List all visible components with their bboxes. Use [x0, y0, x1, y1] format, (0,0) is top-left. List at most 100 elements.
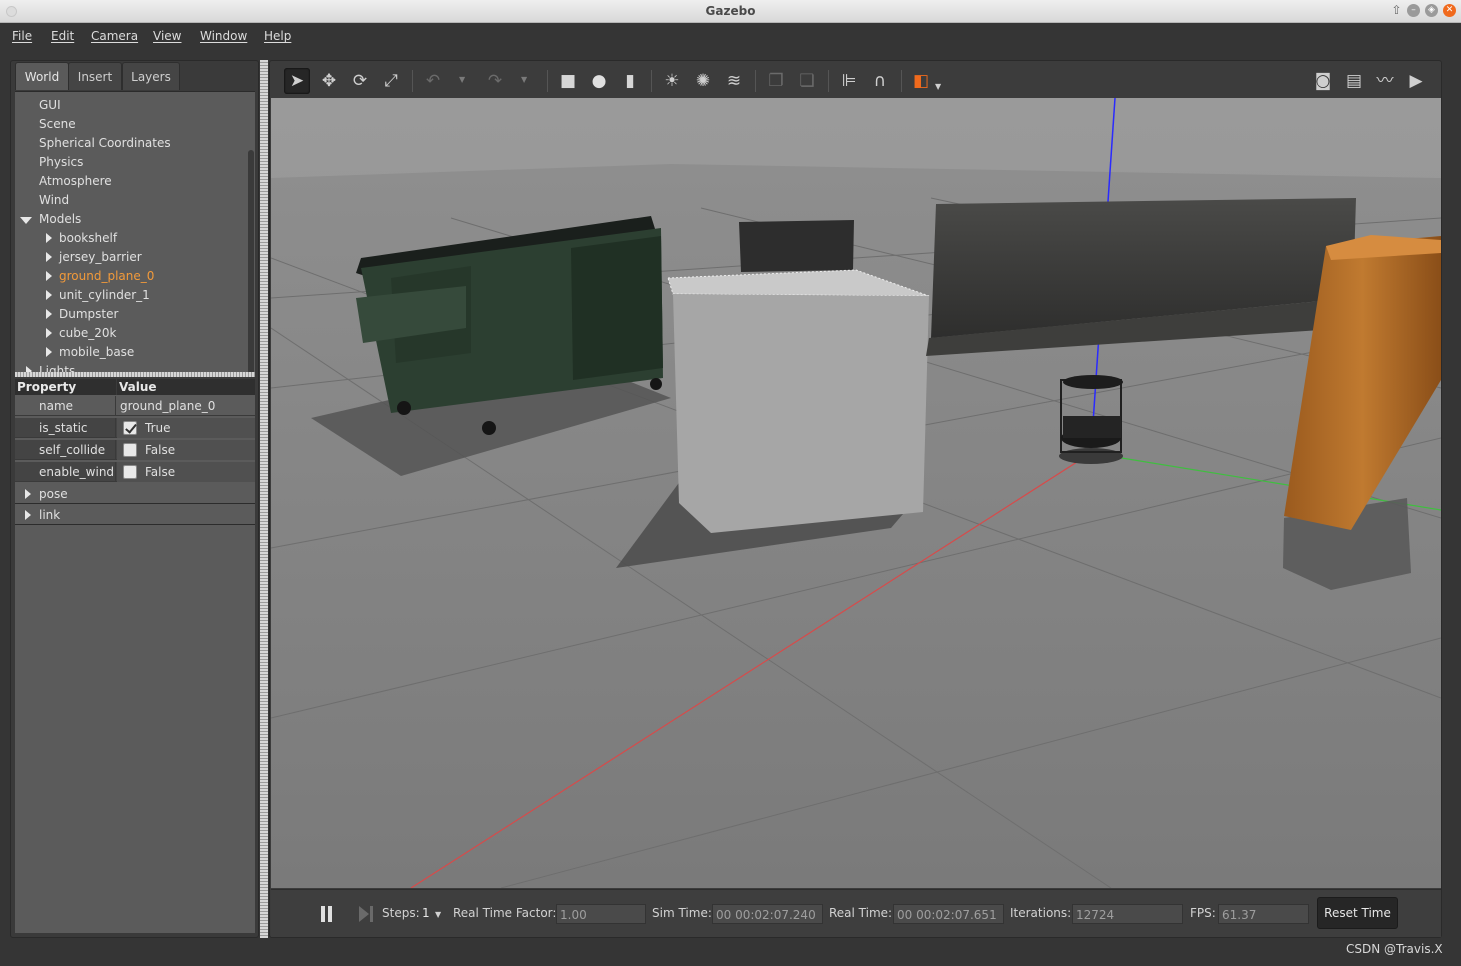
menu-window[interactable]: Window	[200, 29, 247, 43]
property-group-pose[interactable]: pose	[15, 484, 255, 504]
tree-item-scene[interactable]: Scene	[39, 115, 76, 133]
is-static-label: True	[145, 421, 171, 435]
expand-ground-plane-icon[interactable]	[46, 271, 52, 281]
steps-dropdown-icon[interactable]: ▼	[435, 910, 441, 919]
maximize-button[interactable]: ◈	[1425, 4, 1438, 17]
redo-dropdown-icon[interactable]: ▼	[521, 75, 527, 84]
iterations-label: Iterations:	[1010, 906, 1072, 920]
tree-item-spherical-coordinates[interactable]: Spherical Coordinates	[39, 134, 171, 152]
self-collide-checkbox[interactable]	[123, 443, 137, 457]
is-static-value: True	[117, 418, 255, 438]
translate-icon[interactable]: ✥	[316, 68, 342, 94]
real-time-label: Real Time:	[829, 906, 893, 920]
expand-unit-cylinder-icon[interactable]	[46, 290, 52, 300]
tree-scrollbar[interactable]	[248, 150, 254, 373]
undo-dropdown-icon[interactable]: ▼	[459, 75, 465, 84]
cylinder-icon[interactable]: ▮	[617, 68, 643, 94]
view-angle-dropdown-icon[interactable]: ▼	[935, 82, 941, 91]
tab-insert[interactable]: Insert	[68, 62, 122, 90]
tree-item-models[interactable]: Models	[39, 210, 81, 228]
plot-icon[interactable]: 〰	[1372, 68, 1398, 94]
redo-icon[interactable]: ↷	[482, 68, 508, 94]
select-arrow-icon[interactable]: ➤	[284, 68, 310, 94]
sim-time-field[interactable]: 00 00:02:07.240	[712, 904, 823, 924]
expand-cube-icon[interactable]	[46, 328, 52, 338]
box-icon[interactable]: ■	[555, 68, 581, 94]
property-header: Property	[15, 379, 116, 395]
directional-light-icon[interactable]: ≋	[721, 68, 747, 94]
tree-item-ground-plane[interactable]: ground_plane_0	[59, 267, 154, 285]
tree-item-dumpster[interactable]: Dumpster	[59, 305, 118, 323]
reset-time-button[interactable]: Reset Time	[1317, 897, 1398, 929]
toolbar: ➤ ✥ ⟳ ⤢ ↶ ▼ ↷ ▼ ■ ● ▮ ☀ ✺ ≋ ❐ ❏ ⊫ ∩ ◧ ▼ …	[271, 62, 1441, 99]
pause-icon-bar[interactable]	[328, 906, 332, 922]
tree-item-cube[interactable]: cube_20k	[59, 324, 116, 342]
close-button[interactable]: ✕	[1443, 4, 1456, 17]
step-icon[interactable]	[359, 906, 369, 922]
is-static-checkbox[interactable]	[123, 421, 137, 435]
tree-item-atmosphere[interactable]: Atmosphere	[39, 172, 112, 190]
property-row-enable-wind: enable_wind False	[15, 462, 255, 482]
tree-item-jersey-barrier[interactable]: jersey_barrier	[59, 248, 142, 266]
undo-icon[interactable]: ↶	[420, 68, 446, 94]
menu-edit[interactable]: Edit	[51, 29, 74, 43]
vertical-splitter[interactable]	[260, 60, 268, 938]
log-icon[interactable]: ▤	[1341, 68, 1367, 94]
menu-file[interactable]: File	[12, 29, 32, 43]
expand-bookshelf-icon[interactable]	[46, 233, 52, 243]
sphere-icon[interactable]: ●	[586, 68, 612, 94]
pause-icon[interactable]	[321, 906, 325, 922]
expand-pose-icon[interactable]	[25, 489, 31, 499]
tab-layers[interactable]: Layers	[122, 62, 180, 90]
steps-value[interactable]: 1	[422, 906, 430, 920]
minimize-button[interactable]: –	[1407, 4, 1420, 17]
pose-label: pose	[39, 487, 68, 501]
spot-light-icon[interactable]: ✺	[690, 68, 716, 94]
expand-mobile-base-icon[interactable]	[46, 347, 52, 357]
snap-magnet-icon[interactable]: ∩	[867, 68, 893, 94]
copy-icon[interactable]: ❐	[763, 68, 789, 94]
steps-label: Steps:	[382, 906, 420, 920]
rotate-icon[interactable]: ⟳	[347, 68, 373, 94]
real-time-field[interactable]: 00 00:02:07.651	[893, 904, 1004, 924]
scene-viewport[interactable]	[271, 98, 1441, 888]
view-angle-icon[interactable]: ◧	[908, 68, 934, 94]
iterations-field[interactable]: 12724	[1072, 904, 1183, 924]
fps-field[interactable]: 61.37	[1218, 904, 1309, 924]
window-titlebar: Gazebo ⇧ – ◈ ✕	[0, 0, 1461, 23]
keep-above-icon[interactable]: ⇧	[1390, 4, 1403, 17]
expand-dumpster-icon[interactable]	[46, 309, 52, 319]
menu-view[interactable]: View	[153, 29, 181, 43]
property-group-link[interactable]: link	[15, 505, 255, 525]
tree-item-bookshelf[interactable]: bookshelf	[59, 229, 117, 247]
align-icon[interactable]: ⊫	[836, 68, 862, 94]
paste-icon[interactable]: ❏	[794, 68, 820, 94]
menu-camera[interactable]: Camera	[91, 29, 138, 43]
scale-icon[interactable]: ⤢	[378, 68, 404, 94]
screenshot-icon[interactable]: ◙	[1310, 68, 1336, 94]
tab-world[interactable]: World	[15, 62, 69, 90]
expand-models-icon[interactable]	[20, 217, 32, 224]
property-row-is-static: is_static True	[15, 418, 255, 438]
point-light-icon[interactable]: ☀	[659, 68, 685, 94]
property-name: name	[15, 396, 116, 416]
tree-item-gui[interactable]: GUI	[39, 96, 61, 114]
expand-jersey-barrier-icon[interactable]	[46, 252, 52, 262]
tree-item-unit-cylinder[interactable]: unit_cylinder_1	[59, 286, 150, 304]
tree-item-physics[interactable]: Physics	[39, 153, 83, 171]
name-value-field[interactable]: ground_plane_0	[117, 396, 255, 416]
menu-help[interactable]: Help	[264, 29, 291, 43]
tree-item-wind[interactable]: Wind	[39, 191, 69, 209]
video-record-icon[interactable]: ▶	[1403, 68, 1429, 94]
watermark: CSDN @Travis.X	[1346, 942, 1443, 956]
property-name: self_collide	[15, 440, 116, 460]
panel-splitter[interactable]	[15, 372, 255, 377]
time-panel: Steps: 1 ▼ Real Time Factor: 1.00 Sim Ti…	[271, 889, 1441, 937]
enable-wind-checkbox[interactable]	[123, 465, 137, 479]
rtf-field[interactable]: 1.00	[556, 904, 646, 924]
tree-item-mobile-base[interactable]: mobile_base	[59, 343, 134, 361]
sim-time-label: Sim Time:	[652, 906, 712, 920]
property-row-name: name ground_plane_0	[15, 396, 255, 416]
menu-bar: File Edit Camera View Window Help	[0, 24, 1461, 50]
expand-link-icon[interactable]	[25, 510, 31, 520]
